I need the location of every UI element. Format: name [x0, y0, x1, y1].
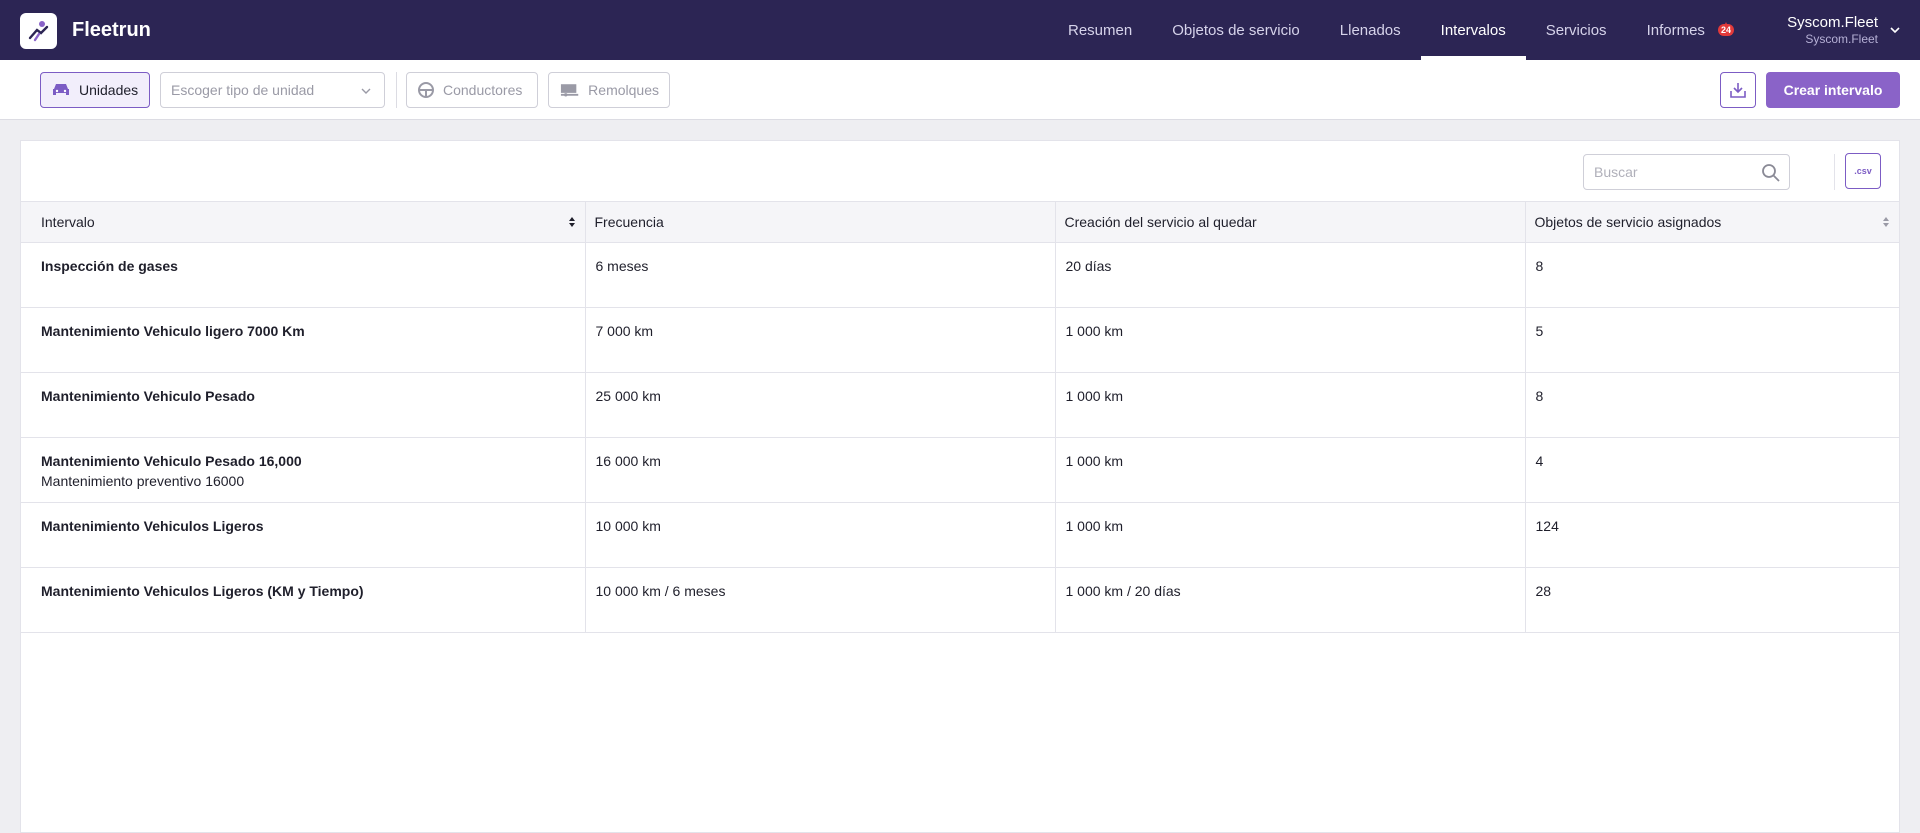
unit-type-select[interactable]: Escoger tipo de unidad: [160, 72, 385, 108]
nav-item-intervalos[interactable]: Intervalos: [1420, 0, 1526, 60]
frequency-cell: 10 000 km / 6 meses: [585, 567, 1056, 633]
nav-item-servicios[interactable]: Servicios: [1526, 0, 1627, 60]
nav-item-llenados[interactable]: Llenados: [1320, 0, 1421, 60]
assigned-cell: 8: [1525, 372, 1899, 438]
column-header-intervalo[interactable]: Intervalo: [21, 201, 586, 243]
search-icon: [1762, 164, 1780, 182]
frequency-cell: 6 meses: [585, 242, 1056, 308]
main-nav: Resumen Objetos de servicio Llenados Int…: [1048, 0, 1725, 60]
creation-cell: 1 000 km / 20 días: [1055, 567, 1526, 633]
chevron-down-icon[interactable]: [1889, 24, 1901, 36]
column-header-label: Objetos de servicio asignados: [1534, 214, 1722, 230]
nav-item-objetos-de-servicio[interactable]: Objetos de servicio: [1152, 0, 1320, 60]
table-row[interactable]: Mantenimiento Vehiculos Ligeros (KM y Ti…: [21, 567, 1899, 633]
notification-badge: 24: [1718, 24, 1735, 36]
interval-name: Mantenimiento Vehiculo Pesado: [41, 388, 255, 404]
table-row[interactable]: Inspección de gases 6 meses 20 días 8: [21, 242, 1899, 308]
nav-label: Objetos de servicio: [1172, 21, 1300, 39]
toolbar-divider: [396, 72, 397, 108]
column-header-label: Frecuencia: [594, 214, 664, 230]
interval-cell: Mantenimiento Vehiculo Pesado 16,000 Man…: [21, 437, 586, 503]
interval-cell: Mantenimiento Vehiculo Pesado: [21, 372, 586, 438]
nav-label: Informes: [1646, 21, 1705, 39]
interval-cell: Mantenimiento Vehiculos Ligeros (KM y Ti…: [21, 567, 586, 633]
sort-icon: [568, 217, 575, 227]
drivers-button[interactable]: Conductores: [406, 72, 538, 108]
app-name[interactable]: Fleetrun: [72, 19, 151, 42]
search-divider: [1834, 154, 1835, 190]
column-header-creacion: Creación del servicio al quedar: [1055, 201, 1526, 243]
column-header-label: Creación del servicio al quedar: [1064, 214, 1257, 230]
frequency-cell: 25 000 km: [585, 372, 1056, 438]
assigned-cell: 124: [1525, 502, 1899, 568]
interval-name: Mantenimiento Vehiculo ligero 7000 Km: [41, 323, 305, 339]
user-account: Syscom.Fleet: [1805, 32, 1878, 46]
create-interval-button[interactable]: Crear intervalo: [1766, 72, 1900, 108]
app-logo[interactable]: [20, 13, 57, 49]
interval-name: Mantenimiento Vehiculos Ligeros (KM y Ti…: [41, 583, 364, 599]
unit-type-placeholder: Escoger tipo de unidad: [171, 82, 315, 98]
search-placeholder: Buscar: [1594, 164, 1638, 180]
frequency-cell: 10 000 km: [585, 502, 1056, 568]
user-name: Syscom.Fleet: [1787, 14, 1878, 31]
search-input[interactable]: Buscar: [1583, 154, 1790, 190]
frequency-cell: 7 000 km: [585, 307, 1056, 373]
chevron-down-icon: [361, 88, 371, 94]
assigned-cell: 4: [1525, 437, 1899, 503]
creation-cell: 1 000 km: [1055, 437, 1526, 503]
table-row[interactable]: Mantenimiento Vehiculo ligero 7000 Km 7 …: [21, 307, 1899, 373]
trailer-icon: [560, 84, 579, 97]
interval-description: Mantenimiento preventivo 16000: [41, 473, 245, 489]
top-navbar: Fleetrun Resumen Objetos de servicio Lle…: [0, 0, 1920, 60]
interval-name: Inspección de gases: [41, 258, 178, 274]
user-menu[interactable]: Syscom.Fleet Syscom.Fleet: [1787, 14, 1878, 46]
logo-icon: [28, 21, 48, 42]
nav-item-informes[interactable]: Informes: [1627, 0, 1725, 60]
table-row[interactable]: Mantenimiento Vehiculo Pesado 16,000 Man…: [21, 437, 1899, 503]
creation-cell: 1 000 km: [1055, 307, 1526, 373]
assigned-cell: 8: [1525, 242, 1899, 308]
nav-item-resumen[interactable]: Resumen: [1048, 0, 1152, 60]
interval-cell: Mantenimiento Vehiculos Ligeros: [21, 502, 586, 568]
interval-cell: Inspección de gases: [21, 242, 586, 308]
toolbar: Unidades Escoger tipo de unidad Conducto…: [0, 60, 1920, 120]
table-row[interactable]: Mantenimiento Vehiculo Pesado 25 000 km …: [21, 372, 1899, 438]
trailers-button[interactable]: Remolques: [548, 72, 670, 108]
interval-name: Mantenimiento Vehiculos Ligeros: [41, 518, 264, 534]
download-button[interactable]: [1720, 72, 1756, 108]
sort-icon: [1883, 217, 1889, 227]
table-row[interactable]: Mantenimiento Vehiculos Ligeros 10 000 k…: [21, 502, 1899, 568]
nav-label: Servicios: [1545, 21, 1607, 39]
creation-cell: 1 000 km: [1055, 502, 1526, 568]
assigned-cell: 28: [1525, 567, 1899, 633]
column-header-objetos-asignados[interactable]: Objetos de servicio asignados: [1525, 201, 1899, 243]
trailers-label: Remolques: [588, 82, 659, 98]
interval-cell: Mantenimiento Vehiculo ligero 7000 Km: [21, 307, 586, 373]
units-button[interactable]: Unidades: [40, 72, 150, 108]
intervals-panel: Buscar .csv Intervalo Frecuencia Creació…: [20, 140, 1900, 833]
drivers-label: Conductores: [443, 82, 523, 98]
csv-export-button[interactable]: .csv: [1845, 153, 1881, 189]
creation-cell: 1 000 km: [1055, 372, 1526, 438]
steering-wheel-icon: [418, 82, 434, 98]
table-header-row: Intervalo Frecuencia Creación del servic…: [21, 201, 1899, 243]
intervals-table: Intervalo Frecuencia Creación del servic…: [21, 201, 1899, 633]
frequency-cell: 16 000 km: [585, 437, 1056, 503]
column-header-label: Intervalo: [41, 214, 95, 230]
units-label: Unidades: [79, 82, 139, 98]
nav-label: Intervalos: [1440, 21, 1506, 39]
creation-cell: 20 días: [1055, 242, 1526, 308]
column-header-frecuencia: Frecuencia: [585, 201, 1056, 243]
car-icon: [53, 84, 69, 95]
nav-label: Resumen: [1068, 21, 1133, 39]
nav-label: Llenados: [1339, 21, 1401, 39]
download-icon: [1730, 83, 1746, 98]
interval-name: Mantenimiento Vehiculo Pesado 16,000: [41, 453, 302, 469]
assigned-cell: 5: [1525, 307, 1899, 373]
